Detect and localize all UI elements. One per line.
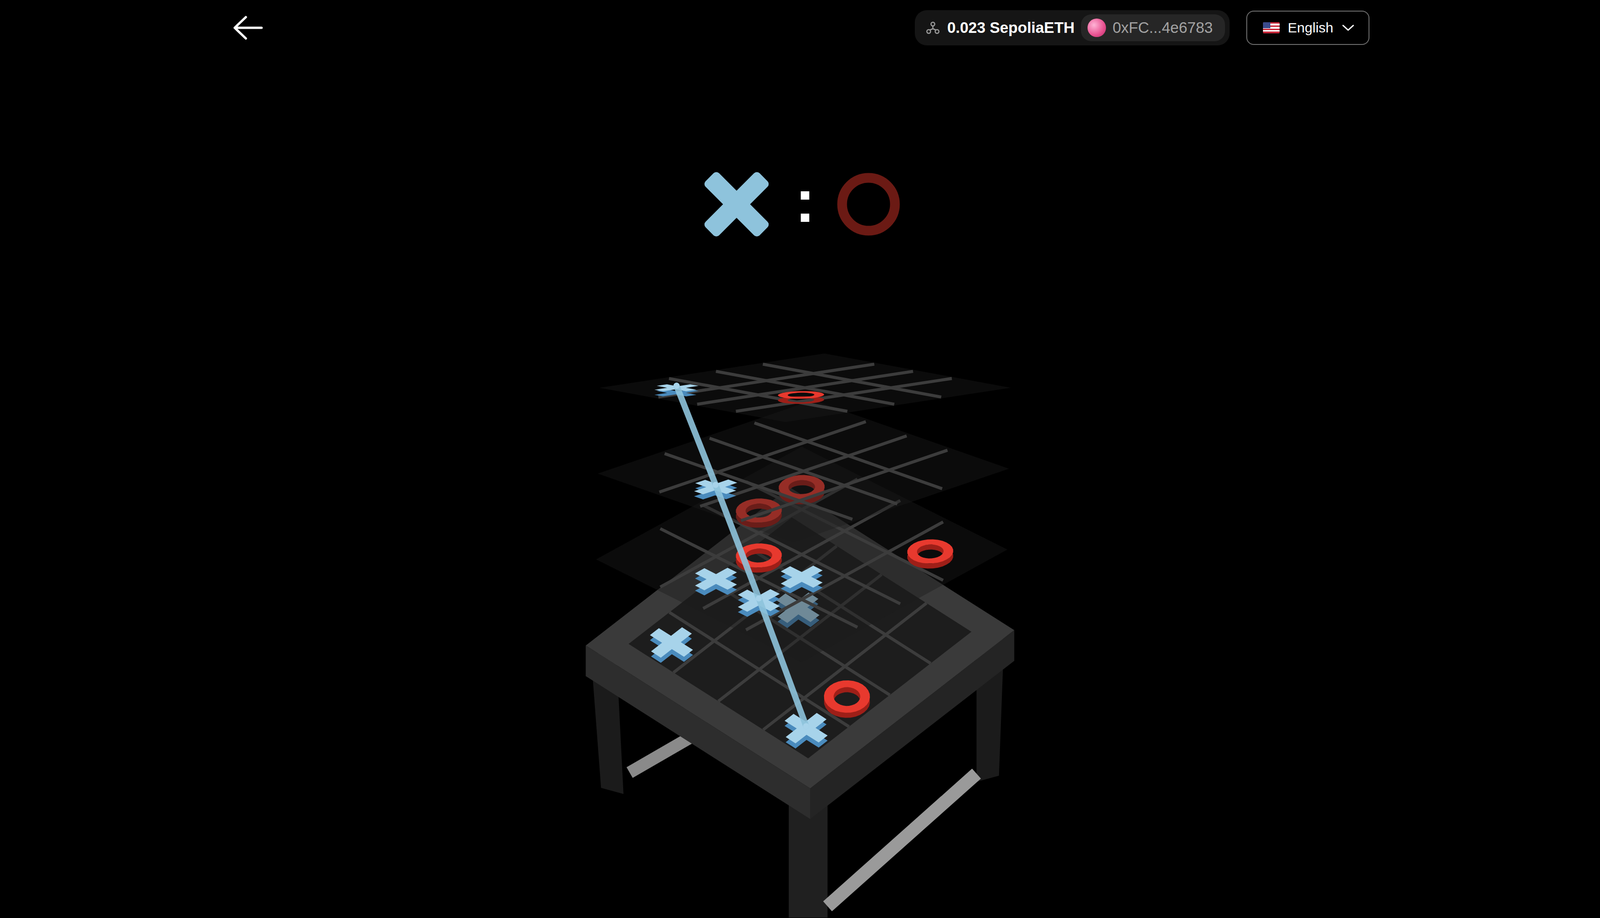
board-cell[interactable]	[803, 455, 889, 486]
board-cell[interactable]	[758, 470, 844, 501]
board-cell[interactable]	[888, 454, 975, 485]
board-cell[interactable]	[766, 373, 852, 388]
board-cell[interactable]	[727, 366, 814, 381]
board-layer	[597, 400, 1010, 543]
board-cell[interactable]	[801, 575, 888, 621]
board-cell[interactable]	[844, 552, 931, 598]
winning-line	[673, 382, 810, 729]
winning-point	[803, 722, 810, 729]
winning-point	[673, 382, 680, 389]
board-cell[interactable]	[758, 387, 844, 404]
game-board	[550, 336, 1050, 918]
board-cell[interactable]	[843, 469, 930, 500]
board-cell[interactable]	[721, 426, 808, 457]
board-cell[interactable]	[848, 440, 934, 470]
board-cell[interactable]	[774, 358, 861, 374]
board-cell[interactable]	[711, 394, 797, 410]
board-cell[interactable]	[807, 425, 894, 456]
x-piece	[650, 626, 694, 663]
board-cell[interactable]	[750, 401, 836, 417]
board-cell[interactable]	[851, 373, 938, 388]
wallet-address: 0xFC...4e6783	[1112, 18, 1213, 37]
game-stage	[0, 336, 1600, 918]
winning-point	[712, 481, 719, 488]
board-cell[interactable]	[885, 602, 972, 663]
board-cell[interactable]	[673, 640, 760, 701]
wallet-pill[interactable]: 0.023 SepoliaETH 0xFC...4e6783	[914, 10, 1230, 46]
x-piece	[694, 567, 738, 596]
board-cell[interactable]	[716, 577, 802, 623]
board-cell[interactable]	[799, 485, 885, 515]
board-cell[interactable]	[813, 366, 900, 381]
avatar-icon	[1087, 18, 1107, 38]
player-x-icon	[696, 164, 777, 244]
board-cell[interactable]	[628, 612, 715, 673]
language-select[interactable]: English	[1246, 10, 1370, 45]
board-cell[interactable]	[890, 380, 977, 395]
board-cell[interactable]	[754, 500, 840, 531]
board-cell[interactable]	[763, 697, 850, 758]
us-flag-icon	[1262, 22, 1280, 34]
score-separator: :	[794, 170, 815, 238]
board-cell[interactable]	[676, 442, 763, 473]
o-piece	[907, 538, 954, 569]
o-piece	[824, 680, 870, 718]
chevron-down-icon	[1341, 23, 1355, 32]
player-o-icon	[833, 169, 904, 239]
language-label: English	[1287, 19, 1334, 36]
board-cell[interactable]	[887, 528, 974, 574]
back-button[interactable]	[231, 11, 265, 45]
score-display: :	[0, 162, 1600, 246]
board-cell[interactable]	[796, 394, 883, 410]
network-icon	[925, 19, 941, 36]
balance: 0.023 SepoliaETH	[947, 18, 1075, 37]
board-cell[interactable]	[762, 441, 849, 471]
board-cell[interactable]	[843, 387, 930, 402]
x-piece	[780, 565, 823, 594]
back-arrow-icon	[232, 15, 264, 40]
winning-point	[755, 594, 762, 601]
board-layer	[599, 353, 1012, 422]
account-button[interactable]: 0xFC...4e6783	[1081, 14, 1225, 42]
o-piece	[777, 390, 825, 404]
top-bar: 0.023 SepoliaETH 0xFC...4e6783 English	[0, 0, 1600, 56]
